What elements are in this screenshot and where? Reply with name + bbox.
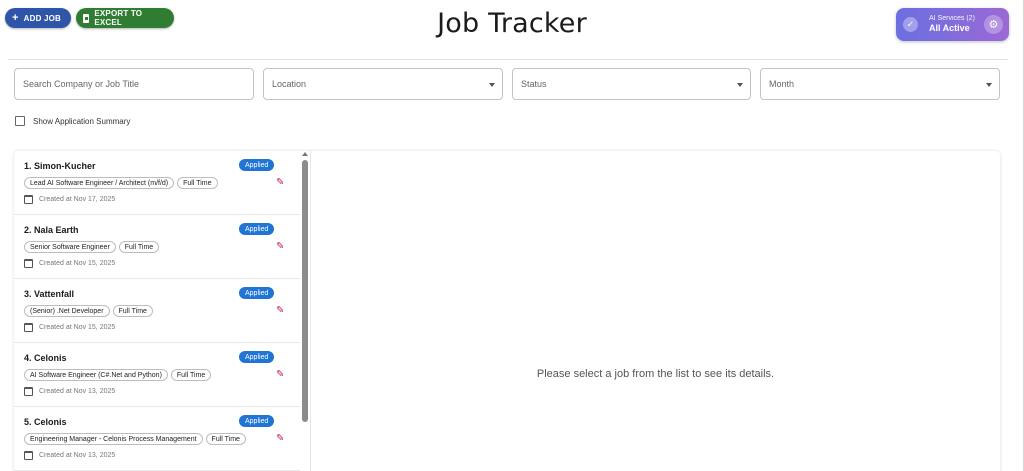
job-list-item[interactable]: 5. Celonis Applied Engineering Manager - C… [14,407,300,471]
job-list-item[interactable]: 4. Celonis Applied AI Software Engineer (C… [14,343,300,407]
job-tags: (Senior) .Net Developer Full Time [24,305,153,317]
calendar-icon [24,195,33,204]
created-date: Created at Nov 17, 2025 [24,195,115,204]
pencil-icon[interactable]: ✎ [276,241,284,252]
pencil-icon[interactable]: ✎ [276,305,284,316]
created-date: Created at Nov 15, 2025 [24,323,115,332]
caret-down-icon [489,83,495,87]
summary-label: Show Application Summary [33,116,131,126]
job-tag: (Senior) .Net Developer [24,305,110,317]
panel-divider [310,151,311,471]
job-tag: Full Time [112,305,153,317]
job-tag: Full Time [118,241,160,253]
created-label: Created at Nov 17, 2025 [39,196,116,203]
month-placeholder: Month [769,79,795,89]
pencil-icon[interactable]: ✎ [276,369,284,380]
company-name: 3. Vattenfall [24,289,75,299]
company-name: 2. Nala Earth [24,225,79,235]
job-tag: AI Software Engineer (C#.Net and Python) [24,369,168,381]
ai-services-label: AI Services (2) [929,15,975,23]
month-select[interactable]: Month [760,68,1000,100]
search-placeholder: Search Company or Job Title [23,79,140,89]
job-tag: Engineering Manager - Celonis Process Ma… [24,433,203,445]
page-title: Job Tracker [437,8,587,39]
summary-checkbox[interactable] [15,116,25,126]
status-select[interactable]: Status [512,68,751,100]
created-label: Created at Nov 15, 2025 [39,324,116,331]
job-tags: AI Software Engineer (C#.Net and Python)… [24,369,212,381]
job-list-item[interactable]: 3. Vattenfall Applied (Senior) .Net Develo… [14,279,300,343]
job-list-scrollbar[interactable] [302,151,308,471]
job-tag: Full Time [205,433,246,445]
location-placeholder: Location [272,79,307,89]
job-list-item[interactable]: 2. Nala Earth Applied Senior Software Engi… [14,215,300,279]
job-tags: Engineering Manager - Celonis Process Ma… [24,433,246,445]
header: + ADD JOB EXPORT TO EXCEL Job Tracker ✓ … [0,0,1024,60]
application-summary-toggle[interactable]: Show Application Summary [15,116,130,126]
status-placeholder: Status [521,79,547,89]
scroll-up-arrow-icon[interactable] [302,152,308,156]
created-label: Created at Nov 15, 2025 [39,260,116,267]
jobs-panel: 1. Simon-Kucher Applied Lead AI Software E… [14,151,1000,471]
check-circle-icon: ✓ [903,17,918,32]
scrollbar-thumb[interactable] [302,160,308,422]
ai-services-state: All Active [929,23,970,34]
company-name: 4. Celonis [24,353,67,363]
status-badge: Applied [239,415,275,427]
header-divider [8,59,1008,60]
calendar-icon [24,323,33,332]
job-tracker-page: + ADD JOB EXPORT TO EXCEL Job Tracker ✓ … [0,0,1024,471]
ai-services-status[interactable]: ✓ AI Services (2) All Active ⚙ [896,8,1009,41]
job-tags: Lead AI Software Engineer / Architect (m… [24,177,218,189]
company-name: 5. Celonis [24,417,67,427]
ai-services-text: AI Services (2) All Active [929,15,975,33]
pencil-icon[interactable]: ✎ [276,177,284,188]
calendar-icon [24,387,33,396]
details-placeholder: Please select a job from the list to see… [536,368,775,380]
status-badge: Applied [239,287,275,299]
created-label: Created at Nov 13, 2025 [39,452,116,459]
job-tag: Full Time [170,369,212,381]
job-tag: Lead AI Software Engineer / Architect (m… [24,177,175,189]
caret-down-icon [986,83,992,87]
job-tag: Full Time [177,177,218,189]
location-select[interactable]: Location [263,68,503,100]
job-tags: Senior Software Engineer Full Time [24,241,160,253]
company-name: 1. Simon-Kucher [24,161,96,171]
created-date: Created at Nov 15, 2025 [24,259,115,268]
status-badge: Applied [239,223,275,235]
created-date: Created at Nov 13, 2025 [24,387,115,396]
job-list: 1. Simon-Kucher Applied Lead AI Software E… [14,151,310,471]
pencil-icon[interactable]: ✎ [276,433,284,444]
created-date: Created at Nov 13, 2025 [24,451,115,460]
caret-down-icon [737,83,743,87]
job-tag: Senior Software Engineer [24,241,116,253]
status-badge: Applied [239,159,275,171]
created-label: Created at Nov 13, 2025 [39,388,116,395]
gear-icon[interactable]: ⚙ [984,15,1003,34]
calendar-icon [24,259,33,268]
job-list-item[interactable]: 1. Simon-Kucher Applied Lead AI Software E… [14,151,300,215]
search-input[interactable]: Search Company or Job Title [14,68,254,100]
calendar-icon [24,451,33,460]
status-badge: Applied [239,351,275,363]
